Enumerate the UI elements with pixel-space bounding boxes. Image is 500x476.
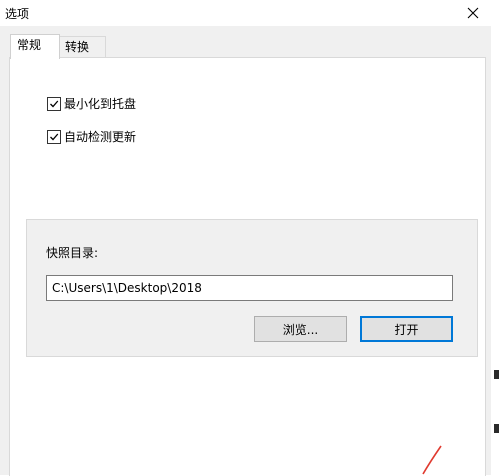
- general-tab-panel: 最小化到托盘 自动检测更新 快照目录: C:\Users\1\Desktop\2…: [9, 57, 486, 476]
- browse-button-label: 浏览...: [282, 322, 319, 337]
- window-title: 选项: [5, 7, 30, 21]
- browse-button[interactable]: 浏览...: [254, 316, 347, 342]
- tab-convert[interactable]: 转换: [58, 36, 106, 58]
- snapshot-path-input[interactable]: C:\Users\1\Desktop\2018: [46, 275, 453, 301]
- title-bar[interactable]: 选项: [0, 0, 491, 26]
- tab-general-label: 常规: [17, 38, 42, 52]
- minimize-to-tray-option[interactable]: 最小化到托盘: [47, 95, 136, 112]
- open-button[interactable]: 打开: [360, 316, 453, 342]
- checkmark-icon: [50, 100, 59, 107]
- close-button[interactable]: [457, 0, 489, 26]
- background-marker: [494, 424, 499, 433]
- tab-convert-label: 转换: [65, 40, 90, 54]
- open-button-label: 打开: [394, 322, 419, 337]
- background-strip: [491, 0, 500, 475]
- auto-check-updates-label: 自动检测更新: [64, 130, 137, 144]
- auto-check-updates-checkbox[interactable]: [47, 129, 61, 144]
- minimize-to-tray-checkbox[interactable]: [47, 96, 61, 111]
- snapshot-directory-group: 快照目录: C:\Users\1\Desktop\2018 浏览... 打开: [26, 219, 478, 357]
- auto-check-updates-option[interactable]: 自动检测更新: [47, 128, 136, 145]
- close-icon: [467, 7, 479, 19]
- minimize-to-tray-label: 最小化到托盘: [64, 97, 137, 111]
- checkmark-icon: [50, 133, 59, 140]
- options-dialog: 选项 常规 转换 最小化到托盘 自动检测更新 快照目录: C:\Users\1\…: [0, 0, 492, 476]
- snapshot-directory-label: 快照目录:: [46, 246, 99, 260]
- annotation-stroke: [422, 445, 442, 475]
- background-marker: [494, 370, 499, 379]
- tab-general[interactable]: 常规: [10, 34, 60, 59]
